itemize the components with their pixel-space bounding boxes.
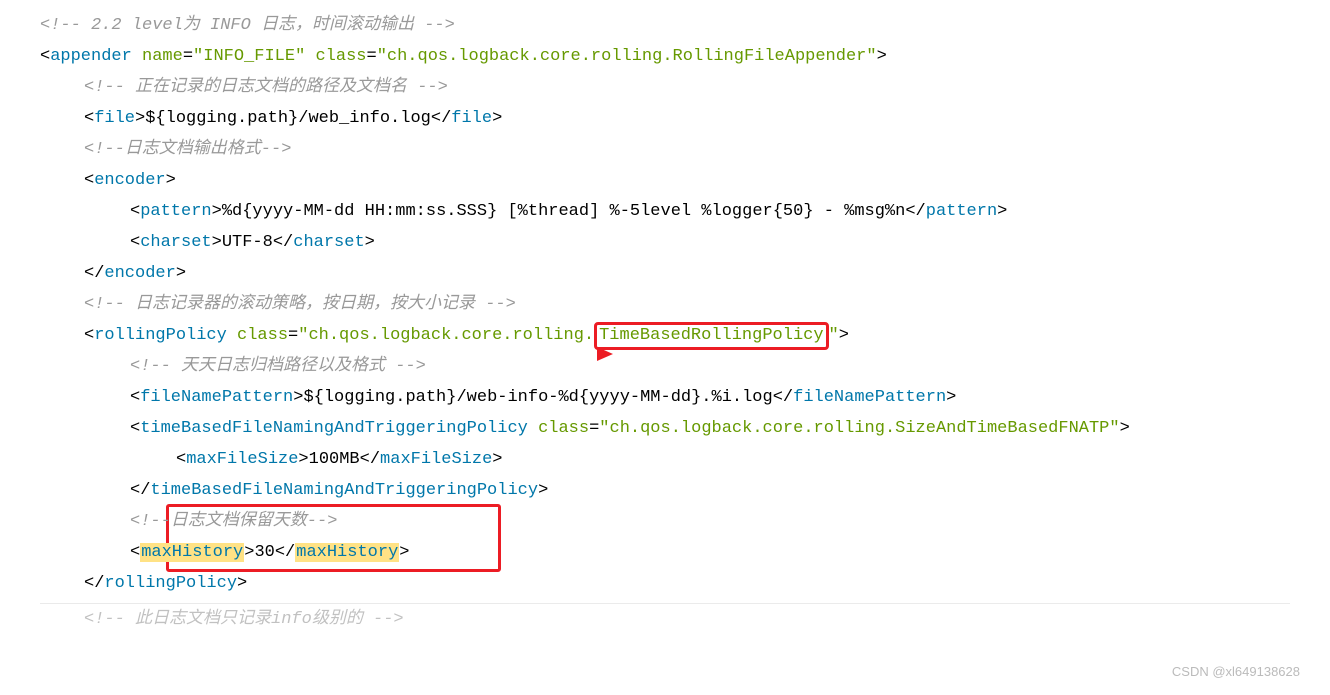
comment-line: <!-- 此日志文档只记录info级别的 -->	[40, 603, 1290, 635]
flag-icon	[595, 345, 617, 376]
rollingpolicy-close: </rollingPolicy>	[40, 568, 1290, 599]
maxfilesize-line: <maxFileSize>100MB</maxFileSize>	[40, 444, 1290, 475]
tbf-open: <timeBasedFileNamingAndTriggeringPolicy …	[40, 413, 1290, 444]
charset-line: <charset>UTF-8</charset>	[40, 227, 1290, 258]
encoder-close: </encoder>	[40, 258, 1290, 289]
watermark: CSDN @xl649138628	[1172, 656, 1300, 687]
comment-line: <!-- 日志记录器的滚动策略，按日期，按大小记录 -->	[40, 289, 1290, 320]
comment-line: <!-- 正在记录的日志文档的路径及文档名 -->	[40, 72, 1290, 103]
filenamepattern-line: <fileNamePattern>${logging.path}/web-inf…	[40, 382, 1290, 413]
comment-line: <!-- 天天日志归档路径以及格式 -->	[40, 351, 1290, 382]
comment-line: <!--日志文档保留天数-->	[40, 506, 1290, 537]
encoder-open: <encoder>	[40, 165, 1290, 196]
appender-open: <appender name="INFO_FILE" class="ch.qos…	[40, 41, 1290, 72]
rollingpolicy-open: <rollingPolicy class="ch.qos.logback.cor…	[40, 320, 1290, 351]
maxhistory-line: <maxHistory>30</maxHistory>	[40, 537, 1290, 568]
pattern-line: <pattern>%d{yyyy-MM-dd HH:mm:ss.SSS} [%t…	[40, 196, 1290, 227]
comment-line: <!-- 2.2 level为 INFO 日志，时间滚动输出 -->	[40, 10, 1290, 41]
comment-line: <!--日志文档输出格式-->	[40, 134, 1290, 165]
highlight-box-timebased: TimeBasedRollingPolicy	[594, 322, 828, 350]
tbf-close: </timeBasedFileNamingAndTriggeringPolicy…	[40, 475, 1290, 506]
file-line: <file>${logging.path}/web_info.log</file…	[40, 103, 1290, 134]
